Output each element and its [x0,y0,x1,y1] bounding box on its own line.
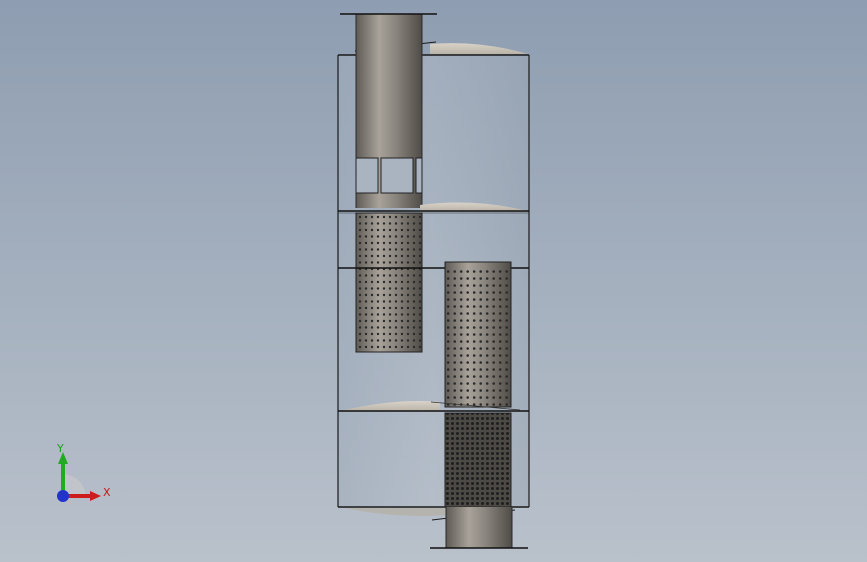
perforated-tube-upper[interactable] [355,212,423,353]
cad-viewport[interactable] [0,0,867,562]
inlet-pipe-windows [355,157,423,194]
z-axis-marker [57,490,69,502]
perforated-tube-lower[interactable] [444,412,512,508]
y-axis-label: Y [57,442,64,455]
x-axis-label: X [103,486,111,499]
model-view[interactable] [0,0,867,562]
perforated-tube-middle[interactable] [444,261,512,408]
